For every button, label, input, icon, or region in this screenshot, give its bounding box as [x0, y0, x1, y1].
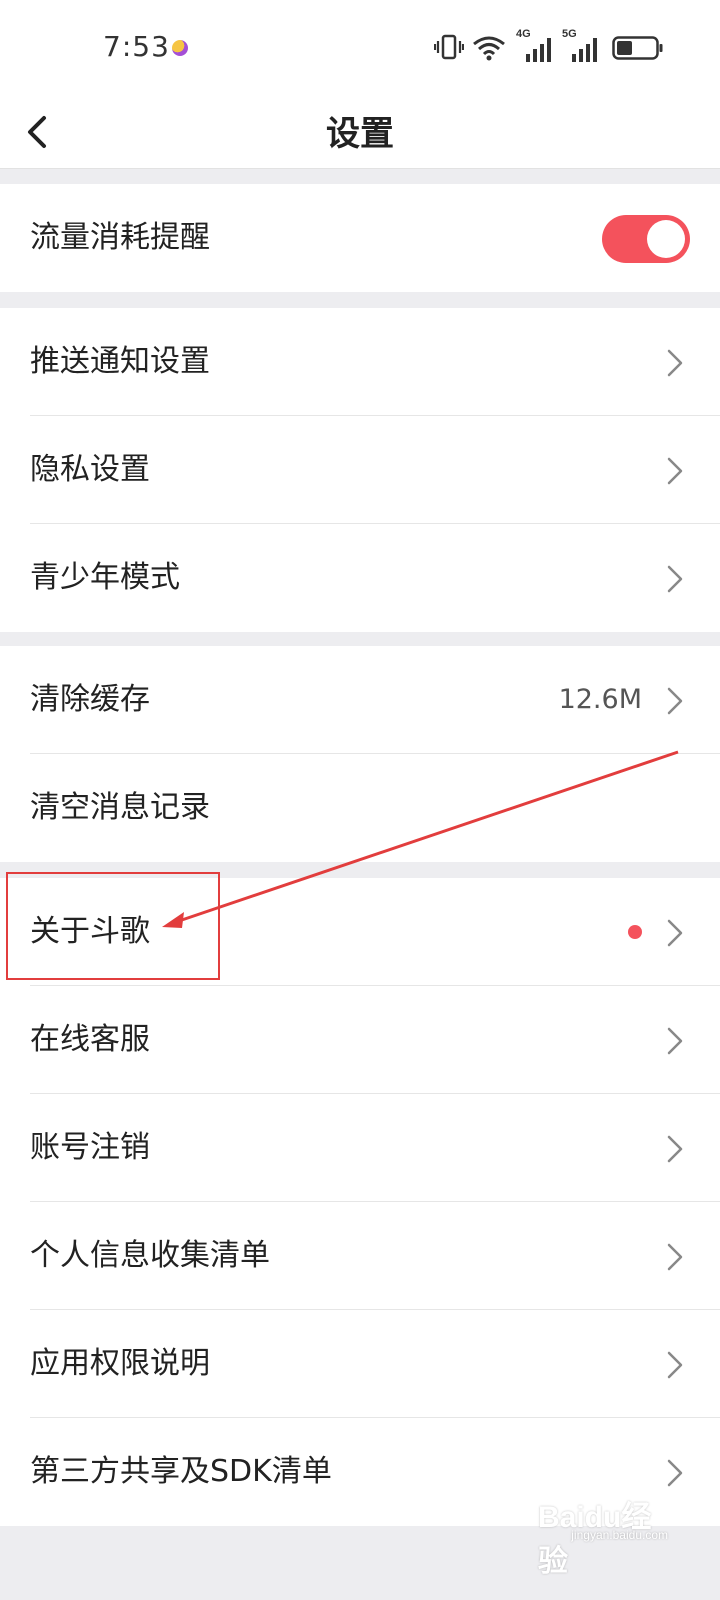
clear-messages-row[interactable]: 清空消息记录	[0, 754, 720, 862]
privacy-settings-label: 隐私设置	[30, 452, 150, 487]
chevron-right-icon	[667, 1027, 683, 1055]
navigation-bar: 设置	[0, 96, 720, 169]
data-usage-reminder-row[interactable]: 流量消耗提醒	[0, 184, 720, 292]
clear-cache-row[interactable]: 清除缓存 12.6M	[0, 646, 720, 754]
online-support-label: 在线客服	[30, 1022, 150, 1057]
vibrate-icon	[434, 34, 464, 60]
chevron-right-icon	[667, 1351, 683, 1379]
baidu-jingyan-watermark: Baidu经验 jingyan.baidu.com	[538, 1492, 668, 1578]
status-icons: 4G 5G	[420, 28, 720, 66]
chevron-right-icon	[667, 1135, 683, 1163]
chevron-right-icon	[667, 1459, 683, 1487]
data-usage-reminder-label: 流量消耗提醒	[30, 220, 210, 255]
youth-mode-label: 青少年模式	[30, 560, 180, 595]
privacy-settings-row[interactable]: 隐私设置	[0, 416, 720, 524]
clear-cache-label: 清除缓存	[30, 682, 150, 717]
annotation-highlight-box	[6, 872, 220, 980]
personal-info-list-row[interactable]: 个人信息收集清单	[0, 1202, 720, 1310]
page-title: 设置	[326, 114, 394, 154]
wifi-icon	[473, 36, 505, 61]
chevron-right-icon	[667, 687, 683, 715]
app-notification-icon	[172, 40, 188, 56]
new-badge-dot	[628, 925, 642, 939]
account-deletion-label: 账号注销	[30, 1130, 150, 1165]
online-support-row[interactable]: 在线客服	[0, 986, 720, 1094]
battery-icon	[612, 36, 663, 60]
chevron-right-icon	[667, 1243, 683, 1271]
chevron-right-icon	[667, 919, 683, 947]
account-deletion-row[interactable]: 账号注销	[0, 1094, 720, 1202]
data-usage-reminder-toggle[interactable]	[602, 215, 690, 263]
section-storage: 清除缓存 12.6M 清空消息记录	[0, 646, 720, 862]
status-time: 7:53	[103, 30, 170, 63]
section-notifications: 推送通知设置 隐私设置 青少年模式	[0, 308, 720, 632]
chevron-right-icon	[667, 457, 683, 485]
chevron-right-icon	[667, 565, 683, 593]
app-permissions-row[interactable]: 应用权限说明	[0, 1310, 720, 1418]
status-bar: 7:53 4G 5G	[0, 0, 720, 96]
personal-info-list-label: 个人信息收集清单	[30, 1238, 270, 1273]
signal-4g-icon: 4G	[516, 28, 556, 64]
third-party-sdk-label: 第三方共享及SDK清单	[30, 1454, 332, 1489]
signal-5g-icon: 5G	[562, 28, 602, 64]
push-notification-settings-row[interactable]: 推送通知设置	[0, 308, 720, 416]
section-data-usage: 流量消耗提醒	[0, 184, 720, 292]
app-permissions-label: 应用权限说明	[30, 1346, 210, 1381]
youth-mode-row[interactable]: 青少年模式	[0, 524, 720, 632]
clear-messages-label: 清空消息记录	[30, 790, 210, 825]
cache-size-value: 12.6M	[558, 684, 642, 715]
toggle-knob	[647, 220, 685, 258]
watermark-sub-text: jingyan.baidu.com	[571, 1528, 668, 1542]
push-notification-settings-label: 推送通知设置	[30, 344, 210, 379]
chevron-right-icon	[667, 349, 683, 377]
